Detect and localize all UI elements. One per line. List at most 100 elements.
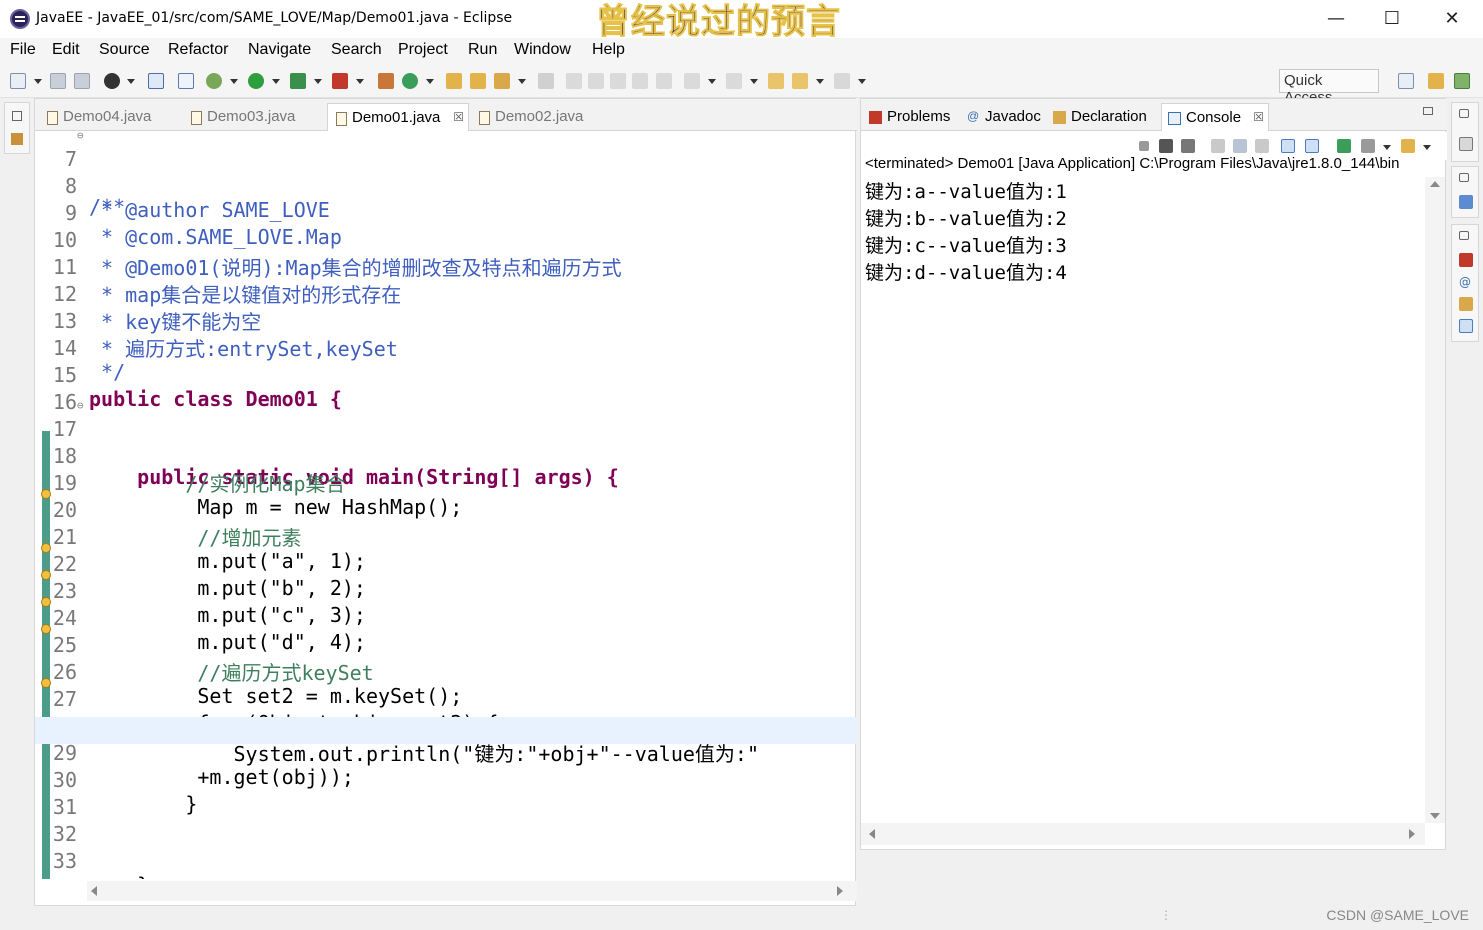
word-wrap-icon[interactable] [1255,139,1269,153]
minimized-view-stack[interactable] [4,102,30,154]
new-java-class-icon[interactable] [402,73,418,89]
back-arrow-icon[interactable] [792,73,808,89]
chevron-down-icon[interactable] [708,79,716,84]
scroll-right-icon[interactable] [837,886,843,896]
chevron-down-icon[interactable] [518,79,526,84]
external-tools-icon[interactable] [332,73,348,89]
chevron-down-icon[interactable] [356,79,364,84]
open-perspective-icon[interactable] [1398,73,1414,89]
maximize-button[interactable]: ☐ [1369,4,1415,34]
tab-demo04[interactable]: Demo04.java [39,103,179,131]
restore-icon[interactable] [12,111,22,121]
fold-toggle-icon[interactable]: ⊖ [77,131,84,142]
console-icon[interactable] [148,73,164,89]
console-icon[interactable] [1459,319,1473,333]
menu-refactor[interactable]: Refactor [168,41,228,59]
problems-icon[interactable] [1459,253,1473,267]
remove-launch-icon[interactable] [1159,139,1173,153]
java-perspective-icon[interactable] [1454,73,1470,89]
menu-window[interactable]: Window [514,41,571,59]
minimized-view-stack[interactable] [1451,102,1479,162]
code-area[interactable]: 7 ⊖ /** 8 * @author SAME_LOVE 9 * @com.S… [35,131,857,879]
console-vertical-scrollbar[interactable] [1425,177,1445,823]
forward-arrow-icon[interactable] [834,73,850,89]
menu-search[interactable]: Search [331,41,382,59]
tab-demo01[interactable]: Demo01.java ☒ [327,103,469,131]
chevron-down-icon[interactable] [34,79,42,84]
menu-navigate[interactable]: Navigate [248,41,311,59]
display-console-icon[interactable] [1361,139,1375,153]
pin-console-icon[interactable] [1337,139,1351,153]
profile-icon[interactable] [104,73,120,89]
chevron-down-icon[interactable] [1383,145,1391,150]
open-type-icon[interactable] [446,73,462,89]
tab-console[interactable]: Console ☒ [1161,103,1269,131]
close-tab-icon[interactable]: ☒ [453,110,464,124]
fold-toggle-icon[interactable]: ⊖ [77,399,84,412]
paragraph-icon[interactable] [656,73,672,89]
chevron-down-icon[interactable] [314,79,322,84]
terminate-icon[interactable] [1139,141,1149,151]
tab-demo02[interactable]: Demo02.java [471,103,611,131]
debug-icon[interactable] [206,73,222,89]
menu-edit[interactable]: Edit [52,41,80,59]
restore-icon[interactable] [1459,231,1469,240]
chevron-down-icon[interactable] [816,79,824,84]
menu-help[interactable]: Help [592,41,625,59]
run-icon[interactable] [248,73,264,89]
remove-all-terminated-icon[interactable] [1181,139,1195,153]
save-icon[interactable] [50,73,66,89]
tab-javadoc[interactable]: @ Javadoc [961,103,1047,131]
mark-occurrences-icon[interactable] [566,73,582,89]
toggle-block-selection-icon[interactable] [588,73,604,89]
scroll-right-icon[interactable] [1409,829,1415,839]
show-on-stderr-icon[interactable] [1305,139,1319,153]
chevron-down-icon[interactable] [230,79,238,84]
task-list-icon[interactable] [1459,137,1473,151]
last-edit-location-icon[interactable] [768,73,784,89]
editor-horizontal-scrollbar[interactable] [87,881,857,901]
minimize-button[interactable]: — [1313,4,1359,34]
scroll-down-icon[interactable] [1430,813,1440,819]
clear-console-icon[interactable] [1211,139,1225,153]
menu-source[interactable]: Source [99,41,150,59]
scroll-up-icon[interactable] [1430,181,1440,187]
chevron-down-icon[interactable] [858,79,866,84]
previous-annotation-icon[interactable] [726,73,742,89]
scroll-left-icon[interactable] [91,886,97,896]
chevron-down-icon[interactable] [127,79,135,84]
annotation-icon[interactable] [538,73,554,89]
close-tab-icon[interactable]: ☒ [1253,110,1264,124]
new-java-package-icon[interactable] [378,73,394,89]
chevron-down-icon[interactable] [272,79,280,84]
menu-project[interactable]: Project [398,41,448,59]
show-on-stdout-icon[interactable] [1281,139,1295,153]
save-all-icon[interactable] [74,73,90,89]
scroll-left-icon[interactable] [869,829,875,839]
close-window-button[interactable]: ✕ [1429,4,1475,34]
console-output[interactable]: 键为:a--value值为:1 键为:b--value值为:2 键为:c--va… [865,177,1067,285]
word-wrap-icon[interactable] [610,73,626,89]
restore-icon[interactable] [1459,109,1469,118]
chevron-down-icon[interactable] [750,79,758,84]
chevron-down-icon[interactable] [426,79,434,84]
open-console-icon[interactable] [1401,139,1415,153]
console-horizontal-scrollbar[interactable] [861,823,1425,845]
declaration-icon[interactable] [1459,297,1473,311]
next-annotation-icon[interactable] [684,73,700,89]
show-whitespace-icon[interactable] [632,73,648,89]
tab-declaration[interactable]: Declaration [1047,103,1159,131]
open-task-icon[interactable] [470,73,486,89]
chevron-down-icon[interactable] [1423,145,1431,150]
tab-demo03[interactable]: Demo03.java [183,103,323,131]
java-ee-perspective-icon[interactable] [1428,73,1444,89]
minimized-view-stack[interactable]: @ [1451,224,1479,342]
outline-icon[interactable] [1459,195,1473,209]
coverage-icon[interactable] [290,73,306,89]
quick-access-input[interactable]: Quick Access [1279,69,1379,106]
minimized-view-stack[interactable] [1451,166,1479,218]
search-icon[interactable] [494,73,510,89]
scroll-lock-icon[interactable] [1233,139,1247,153]
skip-breakpoints-icon[interactable] [178,73,194,89]
menu-run[interactable]: Run [468,41,497,59]
